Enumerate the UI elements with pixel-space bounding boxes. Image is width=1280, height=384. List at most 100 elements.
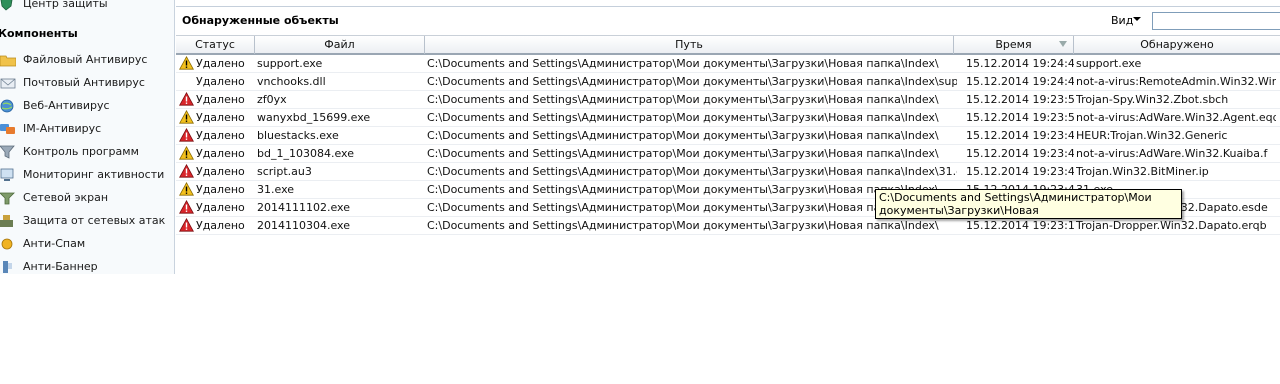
- detected-cell: Trojan-Spy.Win32.Zbot.sbch: [1076, 93, 1229, 106]
- status-cell: Удалено: [196, 129, 245, 142]
- file-cell: 2014111102.exe: [257, 201, 350, 214]
- table-row[interactable]: Удалено script.au3 C:\Documents and Settin…: [176, 163, 1280, 181]
- time-cell: 15.12.2014 19:23:42: [966, 147, 1074, 160]
- spam-icon: [0, 237, 16, 251]
- column-header-file[interactable]: Файл: [255, 36, 425, 54]
- column-header-path[interactable]: Путь: [425, 36, 954, 54]
- status-cell: Удалено: [196, 165, 245, 178]
- detected-cell: HEUR:Trojan.Win32.Generic: [1076, 129, 1228, 142]
- detected-cell: not-a-virus:AdWare.Win32.Kuaiba.f: [1076, 147, 1268, 160]
- sidebar-item-protection-center[interactable]: Центр защиты: [0, 0, 174, 14]
- status-cell: Удалено: [196, 183, 245, 196]
- tooltip-line: C:\Documents and Settings\Администратор\…: [879, 191, 1152, 204]
- sidebar-item-label: Веб-Антивирус: [23, 99, 110, 112]
- file-cell: script.au3: [257, 165, 312, 178]
- sidebar-item-anti-banner[interactable]: Анти-Баннер: [0, 257, 174, 274]
- firewall-icon: [0, 191, 16, 205]
- table-row[interactable]: Удалено vnchooks.dll C:\Documents and Sett…: [176, 73, 1280, 91]
- sidebar-item-firewall[interactable]: Сетевой экран: [0, 188, 174, 208]
- sidebar-item-label: Мониторинг активности: [23, 168, 165, 181]
- status-cell: Удалено: [196, 57, 245, 70]
- sidebar: Центр защиты Компоненты Файловый Антивир…: [0, 0, 175, 274]
- path-cell: C:\Documents and Settings\Администратор\…: [427, 129, 939, 142]
- table-header: Статус Файл Путь Время Обнаружено: [176, 35, 1280, 55]
- sidebar-item-anti-spam[interactable]: Анти-Спам: [0, 234, 174, 254]
- time-cell: 15.12.2014 19:23:42: [966, 165, 1074, 178]
- network-shield-icon: [0, 214, 16, 228]
- file-cell: 31.exe: [257, 183, 295, 196]
- table-row[interactable]: Удалено bluestacks.exe C:\Documents and Se…: [176, 127, 1280, 145]
- sidebar-item-label: Почтовый Антивирус: [23, 76, 145, 89]
- sidebar-item-network-attack-blocker[interactable]: Защита от сетевых атак: [0, 211, 174, 231]
- sidebar-item-label: Файловый Антивирус: [23, 53, 148, 66]
- file-cell: wanyxbd_15699.exe: [257, 111, 371, 124]
- sidebar-item-im-antivirus[interactable]: IM-Антивирус: [0, 119, 174, 139]
- time-cell: 15.12.2014 19:23:53: [966, 111, 1074, 124]
- sidebar-item-label: Центр защиты: [23, 0, 108, 10]
- column-header-detected[interactable]: Обнаружено: [1074, 36, 1280, 54]
- path-tooltip: C:\Documents and Settings\Администратор\…: [875, 189, 1182, 219]
- sort-descending-icon: [1059, 41, 1067, 47]
- path-cell: C:\Documents and Settings\Администратор\…: [427, 165, 957, 178]
- table-row[interactable]: Удалено 2014110304.exe C:\Documents and Se…: [176, 217, 1280, 235]
- search-input[interactable]: [1152, 12, 1280, 30]
- warning-icon: [179, 146, 194, 160]
- app-window: Центр защиты Компоненты Файловый Антивир…: [0, 0, 1280, 384]
- column-header-time[interactable]: Время: [954, 36, 1074, 54]
- sidebar-item-file-antivirus[interactable]: Файловый Антивирус: [0, 50, 174, 70]
- sidebar-item-web-antivirus[interactable]: Веб-Антивирус: [0, 96, 174, 116]
- file-cell: zf0yx: [257, 93, 287, 106]
- path-cell: C:\Documents and Settings\Администратор\…: [427, 111, 939, 124]
- sidebar-item-activity-monitor[interactable]: Мониторинг активности: [0, 165, 174, 185]
- shield-icon: [0, 0, 16, 11]
- path-cell: C:\Documents and Settings\Администратор\…: [427, 93, 939, 106]
- sidebar-item-label: Анти-Спам: [23, 237, 86, 250]
- sidebar-item-label: Защита от сетевых атак: [23, 214, 166, 227]
- danger-icon: [179, 92, 194, 106]
- status-cell: Удалено: [196, 147, 245, 160]
- sidebar-item-mail-antivirus[interactable]: Почтовый Антивирус: [0, 73, 174, 93]
- file-cell: bluestacks.exe: [257, 129, 339, 142]
- warning-icon: [179, 182, 194, 196]
- time-cell: 15.12.2014 19:23:48: [966, 129, 1074, 142]
- sidebar-item-label: Контроль программ: [23, 145, 139, 158]
- file-cell: support.exe: [257, 57, 323, 70]
- path-cell: C:\Documents and Settings\Администратор\…: [427, 57, 939, 70]
- detected-cell: Trojan-Dropper.Win32.Dapato.erqb: [1076, 219, 1267, 232]
- path-cell: C:\Documents and Settings\Администратор\…: [427, 75, 957, 88]
- table-row[interactable]: Удалено zf0yx C:\Documents and Settings\Ад…: [176, 91, 1280, 109]
- funnel-icon: [0, 145, 16, 159]
- status-cell: Удалено: [196, 111, 245, 124]
- folder-icon: [0, 53, 17, 67]
- sidebar-item-label: IM-Антивирус: [23, 122, 102, 135]
- sidebar-item-app-control[interactable]: Контроль программ: [0, 142, 174, 162]
- detected-objects-panel: Обнаруженные объекты Вид Статус Файл Пут…: [176, 0, 1280, 384]
- detected-cell: Trojan.Win32.BitMiner.ip: [1076, 165, 1209, 178]
- chevron-down-icon[interactable]: [1133, 17, 1141, 21]
- table-row[interactable]: Удалено wanyxbd_15699.exe C:\Documents and…: [176, 109, 1280, 127]
- sidebar-item-label: Сетевой экран: [23, 191, 109, 204]
- globe-icon: [0, 99, 16, 113]
- mail-icon: [0, 76, 16, 90]
- file-cell: bd_1_103084.exe: [257, 147, 354, 160]
- status-cell: Удалено: [196, 93, 245, 106]
- time-cell: 15.12.2014 19:24:42: [966, 75, 1074, 88]
- time-cell: 15.12.2014 19:23:18: [966, 219, 1074, 232]
- detected-cell: not-a-virus:AdWare.Win32.Agent.eqqq: [1076, 111, 1276, 124]
- view-menu-button[interactable]: Вид: [1111, 14, 1133, 27]
- status-cell: Удалено: [196, 201, 245, 214]
- page-title: Обнаруженные объекты: [182, 14, 339, 27]
- warning-icon: [179, 56, 194, 70]
- detected-cell: not-a-virus:RemoteAdmin.Win32.Win...: [1076, 75, 1276, 88]
- danger-icon: [179, 128, 194, 142]
- column-header-status[interactable]: Статус: [176, 36, 255, 54]
- table-row[interactable]: Удалено bd_1_103084.exe C:\Documents and S…: [176, 145, 1280, 163]
- tooltip-line: документы\Загрузки\Новая папка\Index\31.…: [879, 204, 1050, 218]
- monitor-icon: [0, 168, 16, 182]
- time-cell: 15.12.2014 19:24:42: [966, 57, 1074, 70]
- top-divider: [176, 0, 1280, 7]
- time-cell: 15.12.2014 19:23:53: [966, 93, 1074, 106]
- file-cell: 2014110304.exe: [257, 219, 350, 232]
- sidebar-item-label: Анти-Баннер: [23, 260, 98, 273]
- table-row[interactable]: Удалено support.exe C:\Documents and Setti…: [176, 55, 1280, 73]
